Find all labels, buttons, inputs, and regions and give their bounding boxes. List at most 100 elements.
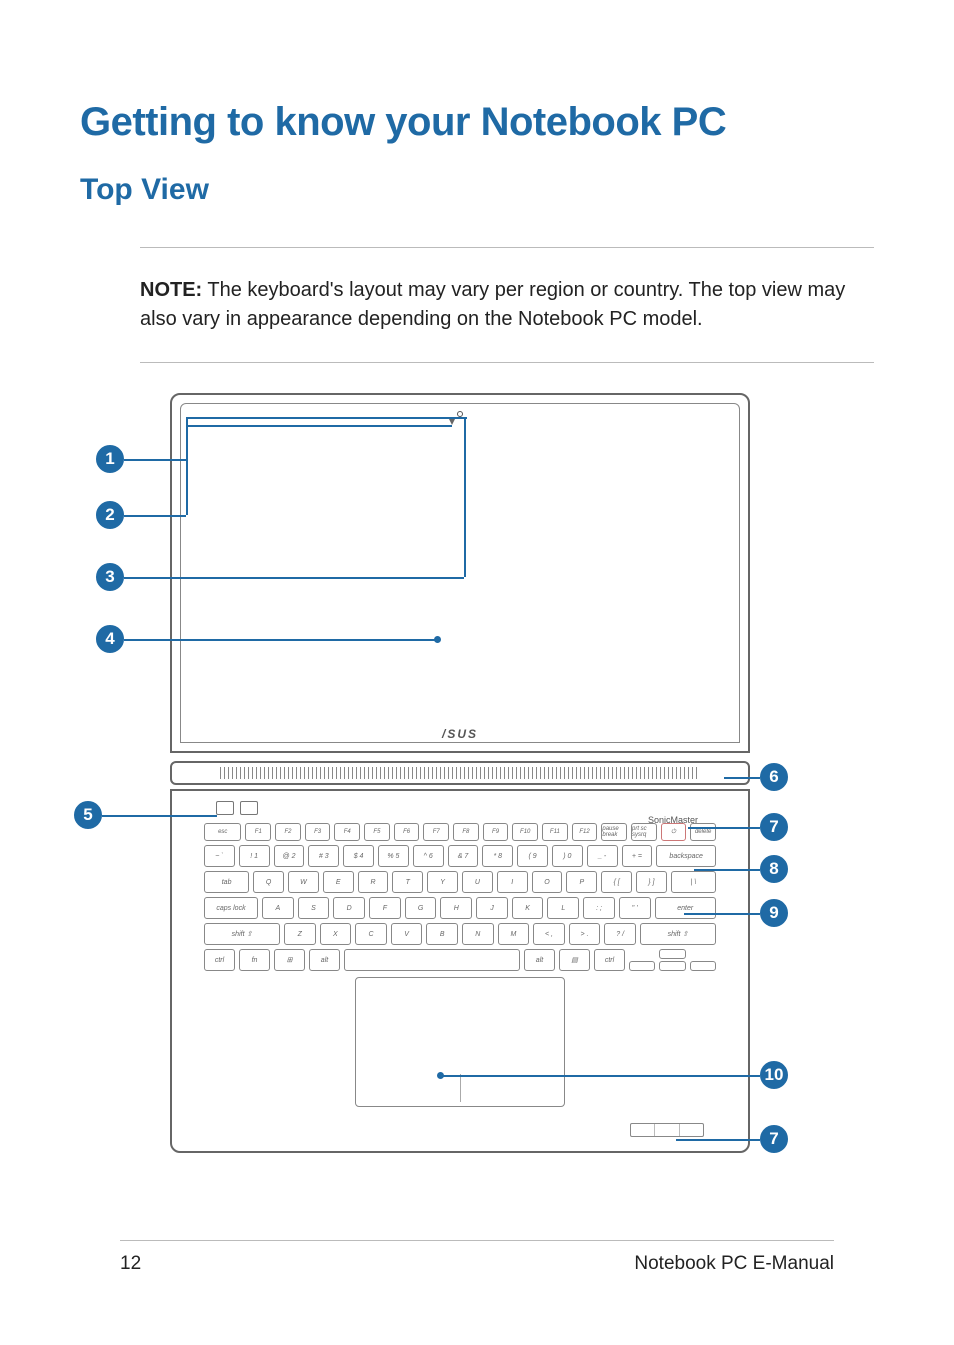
key-tab: tab	[204, 871, 249, 893]
footer-title: Notebook PC E-Manual	[634, 1253, 834, 1275]
key: F3	[305, 823, 331, 841]
key: S	[298, 897, 330, 919]
key: T	[392, 871, 423, 893]
key: Q	[253, 871, 284, 893]
key-shift-right: shift ⇧	[640, 923, 716, 945]
callout-5: 5	[74, 801, 102, 829]
key: { [	[601, 871, 632, 893]
key: N	[462, 923, 494, 945]
page-footer: 12 Notebook PC E-Manual	[120, 1240, 834, 1275]
key-row-num: ~ ` ! 1 @ 2 # 3 $ 4 % 5 ^ 6 & 7 * 8 ( 9 …	[204, 845, 716, 867]
callout-9: 9	[760, 899, 788, 927]
key-alt-left: alt	[309, 949, 340, 971]
note-text: The keyboard's layout may vary per regio…	[140, 279, 845, 330]
section-heading: Top View	[80, 173, 874, 207]
laptop-deck: SonicMaster esc F1 F2 F3 F4 F5 F6 F7 F8 …	[170, 789, 750, 1153]
page-number: 12	[120, 1253, 141, 1275]
key: esc	[204, 823, 241, 841]
key: delete	[690, 823, 716, 841]
key: O	[532, 871, 563, 893]
key: } ]	[636, 871, 667, 893]
key-fn: fn	[239, 949, 270, 971]
key: C	[355, 923, 387, 945]
laptop-diagram: 1 2 3 4 5 6 7 8 9 10 7	[80, 393, 874, 1153]
status-indicator-row	[216, 801, 258, 815]
key: F4	[334, 823, 360, 841]
key: H	[440, 897, 472, 919]
key-ctrl-right: ctrl	[594, 949, 625, 971]
key: % 5	[378, 845, 409, 867]
key: F6	[394, 823, 420, 841]
callout-8: 8	[760, 855, 788, 883]
key: Z	[284, 923, 316, 945]
key-row-fn: esc F1 F2 F3 F4 F5 F6 F7 F8 F9 F10 F11 F…	[204, 823, 716, 841]
callout-6: 6	[760, 763, 788, 791]
key-shift-left: shift ⇧	[204, 923, 280, 945]
callout-3: 3	[96, 563, 124, 591]
key-backspace: backspace	[656, 845, 716, 867]
key: F	[369, 897, 401, 919]
key: " '	[619, 897, 651, 919]
key-capslock: caps lock	[204, 897, 258, 919]
key: | \	[671, 871, 716, 893]
key: F2	[275, 823, 301, 841]
key: ! 1	[239, 845, 270, 867]
key-win: ⊞	[274, 949, 305, 971]
key: $ 4	[343, 845, 374, 867]
key: F8	[453, 823, 479, 841]
key: ( 9	[517, 845, 548, 867]
key-menu: ▤	[559, 949, 590, 971]
key-row-a: caps lock A S D F G H J K L : ; " ' ente…	[204, 897, 716, 919]
key-row-z: shift ⇧ Z X C V B N M < , > . ? / shift …	[204, 923, 716, 945]
key: W	[288, 871, 319, 893]
laptop-lid: /SUS	[170, 393, 750, 753]
callout-7-lower: 7	[760, 1125, 788, 1153]
key: B	[426, 923, 458, 945]
key: * 8	[482, 845, 513, 867]
key: I	[497, 871, 528, 893]
key: V	[391, 923, 423, 945]
key: G	[405, 897, 437, 919]
key: J	[476, 897, 508, 919]
key: F12	[572, 823, 598, 841]
key: D	[333, 897, 365, 919]
key: < ,	[533, 923, 565, 945]
key: F1	[245, 823, 271, 841]
key: ? /	[604, 923, 636, 945]
callout-1: 1	[96, 445, 124, 473]
callout-4: 4	[96, 625, 124, 653]
note-block: NOTE: The keyboard's layout may vary per…	[140, 247, 874, 363]
key: F5	[364, 823, 390, 841]
key: E	[323, 871, 354, 893]
key: F10	[512, 823, 538, 841]
key: K	[512, 897, 544, 919]
power-key: ⏻	[661, 823, 687, 841]
key: A	[262, 897, 294, 919]
key-ctrl-left: ctrl	[204, 949, 235, 971]
key-space	[344, 949, 520, 971]
key: U	[462, 871, 493, 893]
key: ) 0	[552, 845, 583, 867]
key: P	[566, 871, 597, 893]
callout-2: 2	[96, 501, 124, 529]
keyboard: esc F1 F2 F3 F4 F5 F6 F7 F8 F9 F10 F11 F…	[204, 823, 716, 987]
note-label: NOTE:	[140, 279, 202, 301]
brand-logo: /SUS	[442, 727, 478, 741]
key: @ 2	[274, 845, 305, 867]
key: M	[498, 923, 530, 945]
key: # 3	[308, 845, 339, 867]
key: & 7	[448, 845, 479, 867]
key: L	[547, 897, 579, 919]
key: F11	[542, 823, 568, 841]
laptop-hinge	[170, 761, 750, 785]
callout-10: 10	[760, 1061, 788, 1089]
callout-7: 7	[760, 813, 788, 841]
key-alt-right: alt	[524, 949, 555, 971]
key: ~ `	[204, 845, 235, 867]
key: + =	[622, 845, 653, 867]
key-row-ctrl: ctrl fn ⊞ alt alt ▤ ctrl	[204, 949, 716, 971]
key: F9	[483, 823, 509, 841]
arrow-keys	[629, 949, 716, 971]
key: F7	[423, 823, 449, 841]
touchpad	[355, 977, 565, 1107]
